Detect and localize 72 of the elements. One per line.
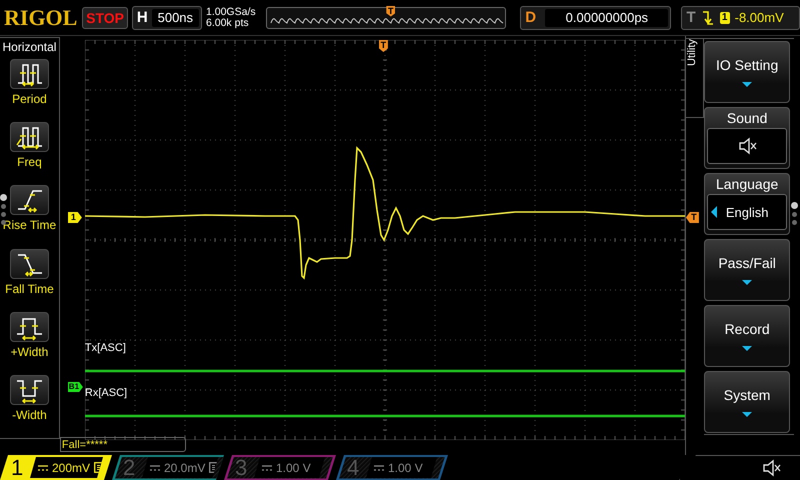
trigger-key: T (686, 9, 696, 26)
menu-button[interactable]: Language English (704, 173, 790, 235)
falling-edge-icon (700, 10, 715, 26)
left-arrow-icon (711, 206, 718, 218)
menu-title: Horizontal (2, 40, 56, 54)
run-state-button[interactable]: STOP (82, 6, 128, 28)
trigger-channel-badge: 1 (720, 12, 730, 24)
channel-scale: 1.00 V (276, 460, 311, 474)
logo: RIGOL (4, 4, 78, 30)
trigger-box[interactable]: T 1 -8.00mV (681, 6, 800, 30)
measure-button[interactable] (10, 248, 49, 279)
trigger-position-marker: T (378, 40, 388, 52)
dc-coupling-icon (374, 464, 384, 470)
menu-button[interactable]: Sound (704, 107, 790, 169)
channel-tab[interactable]: 3 1.00 V (224, 455, 336, 480)
channel-marker: 1 (68, 212, 82, 223)
value-field[interactable]: English (707, 194, 788, 230)
trigger-level-marker: T (686, 212, 699, 223)
channel-number: 3 (235, 454, 248, 480)
delay-value: 0.00000000ps (545, 8, 668, 26)
delay-key: D (525, 9, 542, 26)
dropdown-icon (741, 278, 754, 286)
measure-label: Freq (17, 155, 42, 170)
timebase-key: H (136, 9, 148, 26)
measurement-readout: Fall=***** (60, 437, 186, 452)
measure-label: -Width (12, 408, 47, 422)
channel-scale: 1.00 V (388, 460, 423, 474)
dropdown-icon (741, 80, 754, 88)
delay-box[interactable]: D 0.00000000ps (520, 6, 672, 30)
channel-scale: 200mV (52, 460, 90, 474)
trigger-level: -8.00mV (734, 10, 784, 25)
memory-depth: 6.00k pts (206, 18, 250, 28)
bus-label: Rx[ASC] (84, 387, 128, 399)
menu-label: System (724, 386, 770, 402)
menu-button[interactable]: Record (704, 305, 790, 367)
menu-button[interactable]: Pass/Fail (704, 239, 790, 301)
channel-tab[interactable]: 1 200mV (0, 455, 112, 480)
sample-rate: 1.00GSa/s (206, 6, 257, 18)
measure-label: Period (12, 92, 47, 106)
channel-number: 2 (123, 454, 136, 480)
menu-label: Record (724, 320, 770, 336)
menu-label: Pass/Fail (718, 254, 776, 270)
dropdown-icon (741, 344, 754, 352)
measure-button[interactable] (10, 122, 49, 152)
channel-number: 4 (347, 454, 360, 480)
trigger-position-marker: T (386, 6, 396, 16)
menu-label: Sound (726, 110, 768, 126)
channel-scale: 20.0mV (164, 460, 206, 474)
measure-label: Fall Time (5, 282, 54, 296)
measure-button[interactable] (10, 59, 49, 89)
measure-label: +Width (10, 344, 48, 359)
measure-button[interactable] (10, 374, 49, 405)
dropdown-icon (741, 410, 754, 418)
channel-tab[interactable]: 4 1.00 V (336, 455, 448, 480)
menu-label: IO Setting (716, 56, 778, 72)
waveform-overview-icon (270, 16, 504, 24)
bus-label: Tx[ASC] (84, 342, 126, 354)
channel-number: 1 (11, 454, 24, 480)
dc-coupling-icon (38, 464, 48, 470)
channel-tab[interactable]: 2 20.0mV (112, 455, 224, 480)
menu-button[interactable]: IO Setting (704, 41, 790, 103)
dc-coupling-icon (262, 464, 272, 470)
menu-label: Language (716, 176, 778, 192)
measure-button[interactable] (10, 185, 49, 216)
field-value: English (726, 204, 768, 220)
dc-coupling-icon (150, 464, 160, 470)
value-field[interactable] (707, 128, 788, 164)
timebase-box[interactable]: H 500ns (132, 6, 202, 30)
menu-button[interactable]: System (704, 371, 790, 433)
timebase-value: 500ns (152, 8, 199, 26)
measure-button[interactable] (10, 312, 49, 342)
bus-marker: B1 (68, 382, 83, 392)
